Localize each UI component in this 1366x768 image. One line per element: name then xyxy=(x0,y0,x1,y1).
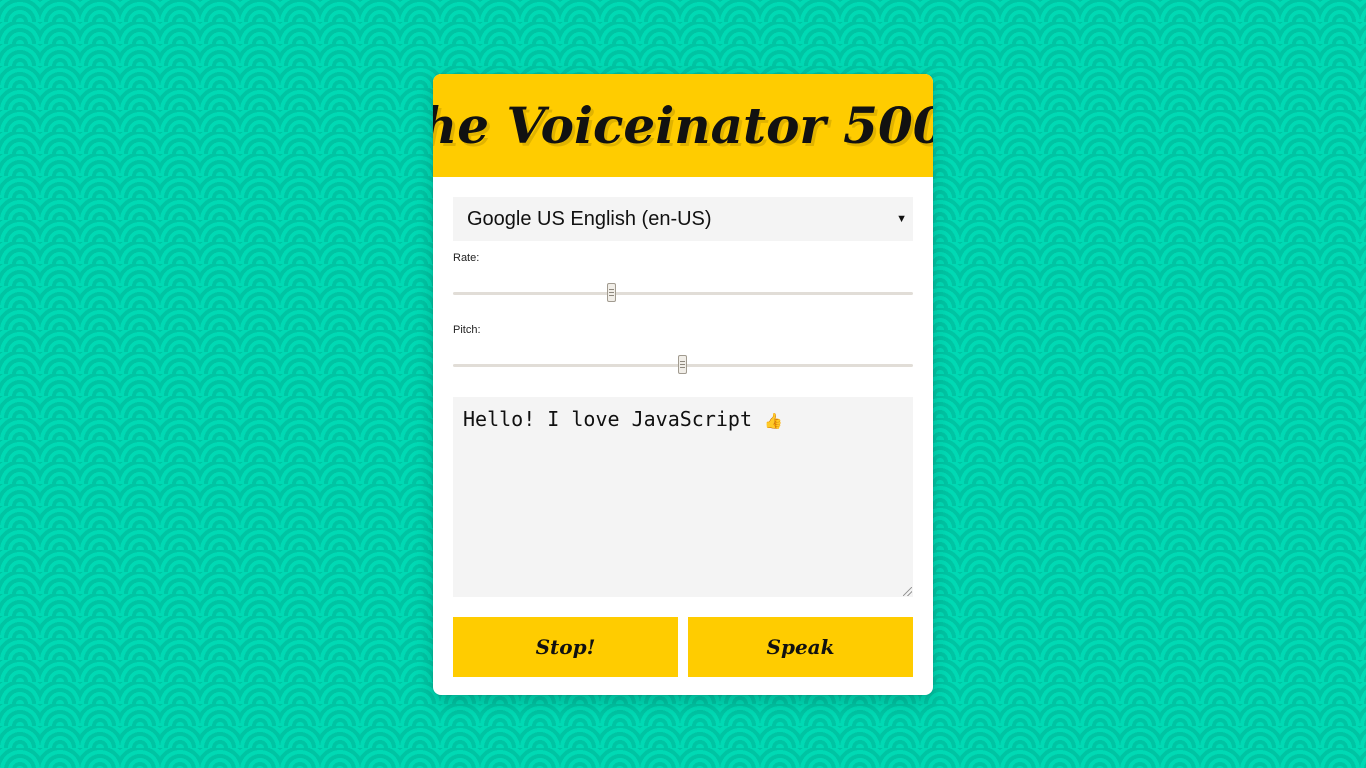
thumbs-up-icon: 👍 xyxy=(764,412,783,430)
action-buttons: Stop! Speak xyxy=(453,617,913,677)
rate-slider-thumb[interactable] xyxy=(606,283,616,302)
resize-handle-icon[interactable] xyxy=(903,587,912,596)
rate-slider-track xyxy=(453,292,913,295)
message-textarea[interactable]: Hello! I love JavaScript 👍 xyxy=(453,397,913,597)
app-header: The Voiceinator 5000 xyxy=(433,74,933,177)
pitch-label: Pitch: xyxy=(453,324,481,336)
pitch-slider[interactable] xyxy=(453,345,913,385)
dropdown-arrow-icon: ▼ xyxy=(896,213,907,225)
voiceinator-card: The Voiceinator 5000 Google US English (… xyxy=(433,74,933,695)
message-text: Hello! I love JavaScript xyxy=(463,407,752,431)
speak-button[interactable]: Speak xyxy=(688,617,913,677)
app-title: The Voiceinator 5000 xyxy=(433,96,933,155)
voice-select-value: Google US English (en-US) xyxy=(467,207,712,230)
voice-select[interactable]: Google US English (en-US) ▼ xyxy=(453,197,913,241)
stop-button[interactable]: Stop! xyxy=(453,617,678,677)
rate-label: Rate: xyxy=(453,252,480,264)
controls-panel: Google US English (en-US) ▼ Rate: Pitch:… xyxy=(433,177,933,695)
pitch-slider-thumb[interactable] xyxy=(678,355,687,374)
rate-slider[interactable] xyxy=(453,273,913,313)
